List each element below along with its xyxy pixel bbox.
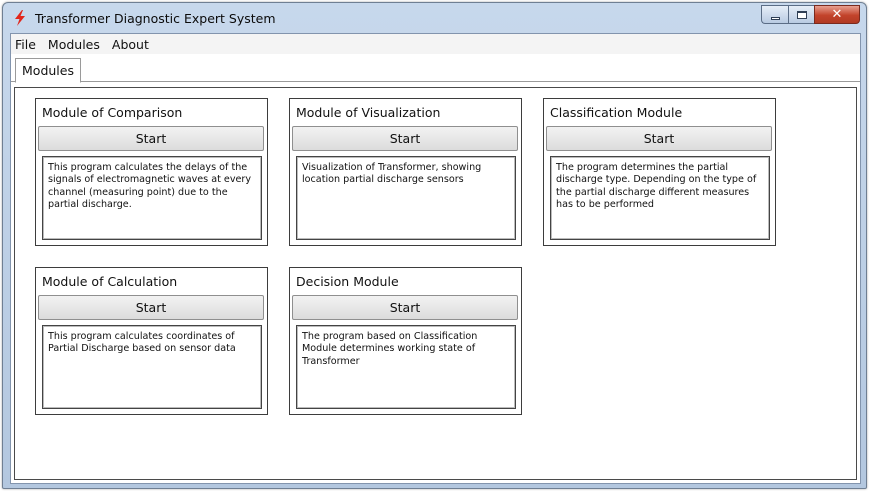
module-description: The program based on Classification Modu… xyxy=(296,325,516,409)
window-controls: ✕ xyxy=(761,5,860,24)
window-title: Transformer Diagnostic Expert System xyxy=(35,11,276,26)
start-button-visualization[interactable]: Start xyxy=(292,126,518,151)
module-description: This program calculates coordinates of P… xyxy=(42,325,262,409)
tab-modules[interactable]: Modules xyxy=(15,58,81,83)
module-classification: Classification Module Start The program … xyxy=(543,98,776,246)
start-button-classification[interactable]: Start xyxy=(546,126,772,151)
module-calculation: Module of Calculation Start This program… xyxy=(35,267,268,415)
module-comparison: Module of Comparison Start This program … xyxy=(35,98,268,246)
start-button-calculation[interactable]: Start xyxy=(38,295,264,320)
start-button-comparison[interactable]: Start xyxy=(38,126,264,151)
menu-modules[interactable]: Modules xyxy=(42,37,106,52)
module-description: The program determines the partial disch… xyxy=(550,156,770,240)
close-button[interactable]: ✕ xyxy=(814,5,860,24)
module-title: Module of Calculation xyxy=(42,274,178,289)
start-button-decision[interactable]: Start xyxy=(292,295,518,320)
menu-about[interactable]: About xyxy=(106,37,155,52)
client-area: File Modules About Modules Module of Com… xyxy=(10,33,861,484)
modules-panel: Module of Comparison Start This program … xyxy=(14,87,857,480)
tab-strip: Modules xyxy=(11,54,860,83)
module-title: Classification Module xyxy=(550,105,683,120)
module-title: Module of Visualization xyxy=(296,105,441,120)
module-title: Decision Module xyxy=(296,274,399,289)
minimize-icon xyxy=(770,16,780,20)
menu-bar: File Modules About xyxy=(11,34,860,54)
menu-file[interactable]: File xyxy=(11,37,42,52)
module-description: Visualization of Transformer, showing lo… xyxy=(296,156,516,240)
module-title: Module of Comparison xyxy=(42,105,183,120)
maximize-button[interactable] xyxy=(788,5,814,24)
app-window: Transformer Diagnostic Expert System ✕ F… xyxy=(2,2,867,489)
title-bar[interactable]: Transformer Diagnostic Expert System ✕ xyxy=(3,3,866,33)
module-visualization: Module of Visualization Start Visualizat… xyxy=(289,98,522,246)
maximize-icon xyxy=(796,10,807,19)
module-description: This program calculates the delays of th… xyxy=(42,156,262,240)
close-icon: ✕ xyxy=(831,7,843,22)
lightning-bolt-icon xyxy=(15,10,25,26)
module-decision: Decision Module Start The program based … xyxy=(289,267,522,415)
minimize-button[interactable] xyxy=(761,5,788,24)
